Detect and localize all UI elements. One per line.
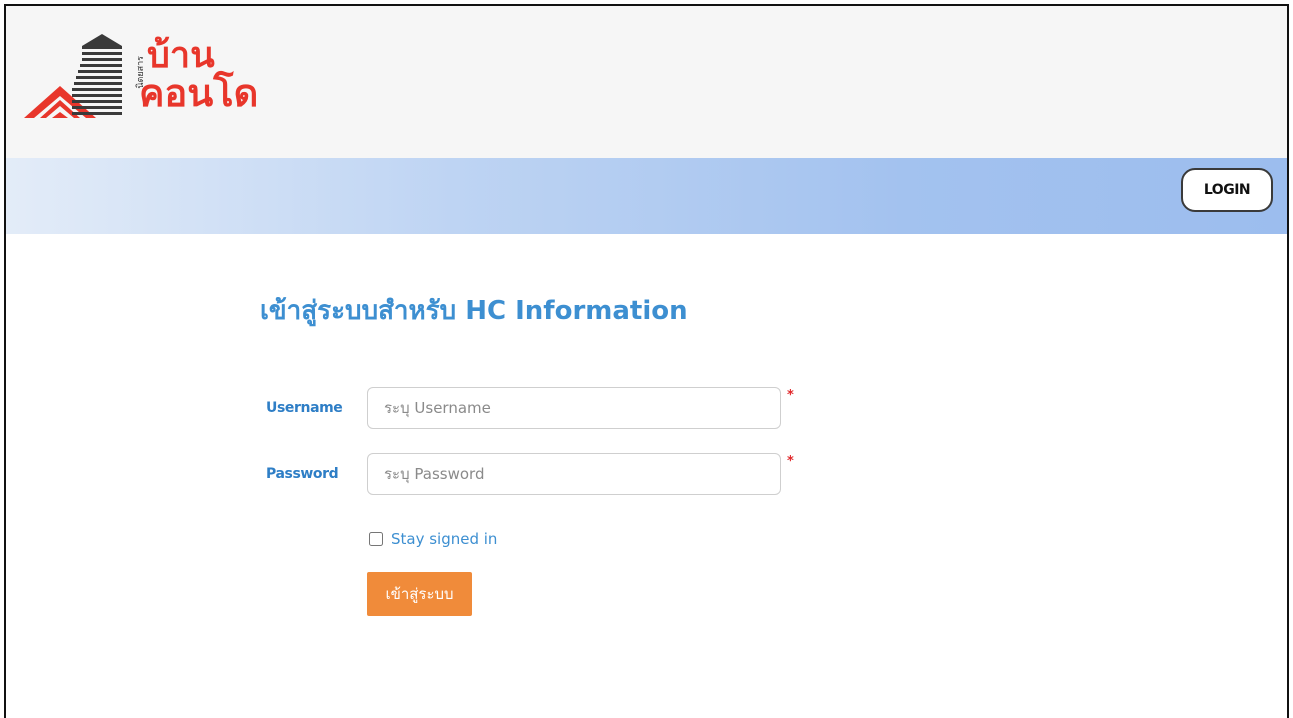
page-frame: นิตยสาร บ้าน คอนโด LOGIN เข้าสู่ระบบสำหร…: [4, 4, 1289, 718]
username-label: Username: [266, 400, 343, 416]
username-required-mark: *: [787, 388, 794, 403]
stay-signed-in-control[interactable]: Stay signed in: [369, 530, 497, 548]
submit-login-button[interactable]: เข้าสู่ระบบ: [367, 572, 472, 616]
site-header: นิตยสาร บ้าน คอนโด: [6, 6, 1287, 158]
stay-signed-in-label[interactable]: Stay signed in: [391, 530, 497, 548]
password-label: Password: [266, 466, 339, 482]
logo-word-baan: บ้าน: [147, 35, 215, 76]
login-button[interactable]: LOGIN: [1181, 168, 1273, 212]
username-input[interactable]: [367, 387, 781, 429]
logo-word-condo: คอนโด: [139, 71, 259, 115]
building-roof-icon: [24, 34, 122, 118]
top-navbar: [6, 158, 1287, 234]
stay-signed-in-checkbox[interactable]: [369, 532, 383, 546]
site-logo[interactable]: นิตยสาร บ้าน คอนโด: [22, 26, 292, 146]
page-title: เข้าสู่ระบบสำหรับ HC Information: [260, 296, 688, 326]
password-input[interactable]: [367, 453, 781, 495]
password-required-mark: *: [787, 454, 794, 469]
